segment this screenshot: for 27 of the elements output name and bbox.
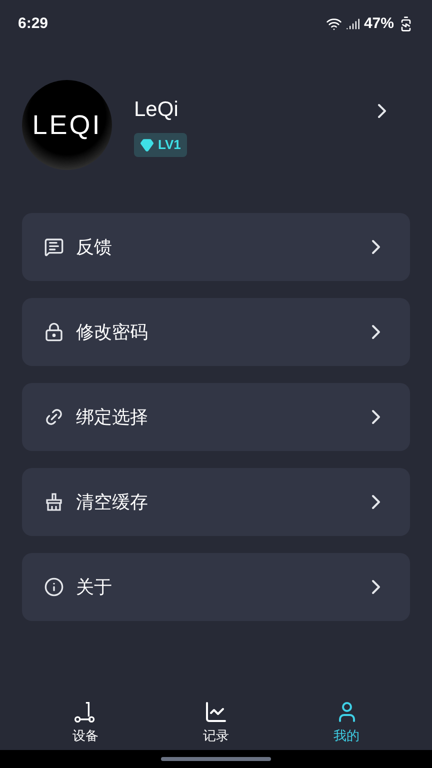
info-icon bbox=[44, 577, 64, 597]
menu-label: 清空缓存 bbox=[76, 490, 149, 514]
menu-item[interactable]: 清空缓存 bbox=[22, 468, 410, 536]
menu-label: 反馈 bbox=[76, 236, 113, 258]
nav-tab[interactable]: 设备 bbox=[45, 696, 126, 750]
scooter-icon bbox=[73, 700, 98, 724]
nav-tab[interactable]: 记录 bbox=[176, 696, 256, 750]
broom-icon bbox=[44, 492, 64, 512]
avatar-logo-text: LEQI bbox=[32, 108, 102, 142]
menu-item[interactable]: 反馈 bbox=[22, 213, 410, 281]
menu-item[interactable]: 修改密码 bbox=[22, 298, 410, 366]
chart-icon bbox=[204, 700, 228, 724]
menu-label: 绑定选择 bbox=[76, 406, 149, 428]
menu-item[interactable]: 关于 bbox=[22, 553, 410, 621]
nav-tab[interactable]: 我的 bbox=[306, 696, 387, 750]
message-icon bbox=[44, 237, 64, 257]
menu-label: 修改密码 bbox=[76, 320, 149, 344]
menu-label: 关于 bbox=[76, 576, 113, 598]
menu-item[interactable]: 绑定选择 bbox=[22, 383, 410, 451]
diamond-icon bbox=[140, 138, 154, 152]
user-name: LeQi bbox=[134, 96, 180, 122]
lock-icon bbox=[44, 322, 64, 342]
wifi-icon bbox=[326, 16, 342, 32]
signal-icon bbox=[346, 17, 360, 31]
status-time: 6:29 bbox=[18, 14, 48, 34]
battery-percent: 47% bbox=[364, 14, 394, 34]
level-text: LV1 bbox=[158, 136, 181, 154]
